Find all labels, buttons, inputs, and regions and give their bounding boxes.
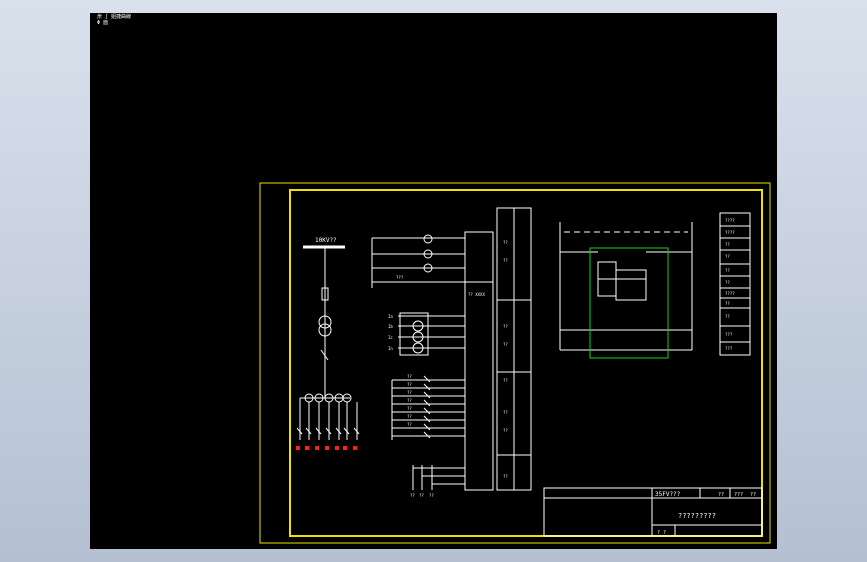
svg-text:??: ?? (429, 493, 434, 498)
inner-drawing-border (289, 189, 763, 537)
svg-text:????: ???? (725, 291, 735, 296)
svg-text:??: ?? (750, 492, 756, 498)
svg-text:??: ?? (725, 254, 730, 259)
indicator-lamp-1 (423, 234, 433, 244)
svg-text:??: ?? (503, 342, 508, 347)
drawing-title: ????????? (678, 512, 716, 520)
svg-text:??: ?? (503, 410, 508, 415)
meter-labels: Ia Ib Ic In (388, 314, 393, 351)
svg-text:??: ?? (407, 422, 412, 427)
relay-panel-label: ?? XXXX (468, 292, 485, 297)
svg-text:??: ?? (725, 242, 730, 247)
svg-text:In: In (388, 346, 393, 351)
svg-text:???: ??? (725, 346, 733, 351)
cad-drawing: 10KV?? ??? ?? XXXX Ia Ib Ic In ?? ?? ?? … (259, 182, 771, 544)
svg-text:??: ?? (410, 493, 415, 498)
secondary-circuits: ??? ?? XXXX Ia Ib Ic In ?? ?? ?? ?? ?? ?… (371, 207, 532, 498)
supply-label: ??? (396, 275, 404, 280)
sheet-number: ? ? (657, 530, 666, 536)
svg-text:??: ?? (503, 378, 508, 383)
drawing-code: 35FV??? (655, 491, 681, 498)
current-meters (398, 312, 465, 356)
svg-text:Ib: Ib (388, 324, 393, 329)
svg-text:Ic: Ic (388, 335, 393, 340)
svg-text:??: ?? (407, 406, 412, 411)
relay-terminal-panel (464, 231, 494, 491)
svg-text:??: ?? (503, 474, 508, 479)
svg-text:??: ?? (503, 258, 508, 263)
svg-text:??: ?? (503, 428, 508, 433)
svg-text:??: ?? (407, 390, 412, 395)
control-logic-highlight (589, 247, 669, 359)
terminal-strip-labels: ?? ?? ?? ?? ?? ?? ?? ?? (503, 240, 508, 479)
bottom-control-circuit (412, 465, 465, 490)
svg-text:??: ?? (407, 414, 412, 419)
busbar-label: 10KV?? (315, 237, 337, 244)
control-logic-circuit (559, 222, 693, 351)
protection-labels: ?? ?? ?? ?? ?? ?? ?? (407, 374, 412, 427)
svg-text:??: ?? (407, 398, 412, 403)
svg-text:??: ?? (718, 492, 724, 498)
svg-text:??: ?? (725, 301, 730, 306)
svg-text:Ia: Ia (388, 314, 393, 319)
svg-text:??: ?? (725, 280, 730, 285)
svg-text:???: ??? (734, 492, 743, 498)
svg-text:??: ?? (503, 324, 508, 329)
svg-text:????: ???? (725, 230, 735, 235)
svg-text:??: ?? (407, 374, 412, 379)
svg-text:??: ?? (503, 240, 508, 245)
title-block (543, 487, 763, 537)
svg-text:??: ?? (419, 493, 424, 498)
svg-text:??: ?? (407, 382, 412, 387)
outgoing-feeders (296, 393, 360, 440)
feeder-alarm-markers (296, 446, 357, 450)
protection-contacts (391, 375, 465, 440)
svg-text:??: ?? (725, 268, 730, 273)
svg-text:??: ?? (725, 314, 730, 319)
single-line-diagram: 10KV?? (296, 237, 360, 450)
svg-text:????: ???? (725, 218, 735, 223)
bottom-labels: ?? ?? ?? (410, 493, 434, 498)
svg-text:???: ??? (725, 332, 733, 337)
